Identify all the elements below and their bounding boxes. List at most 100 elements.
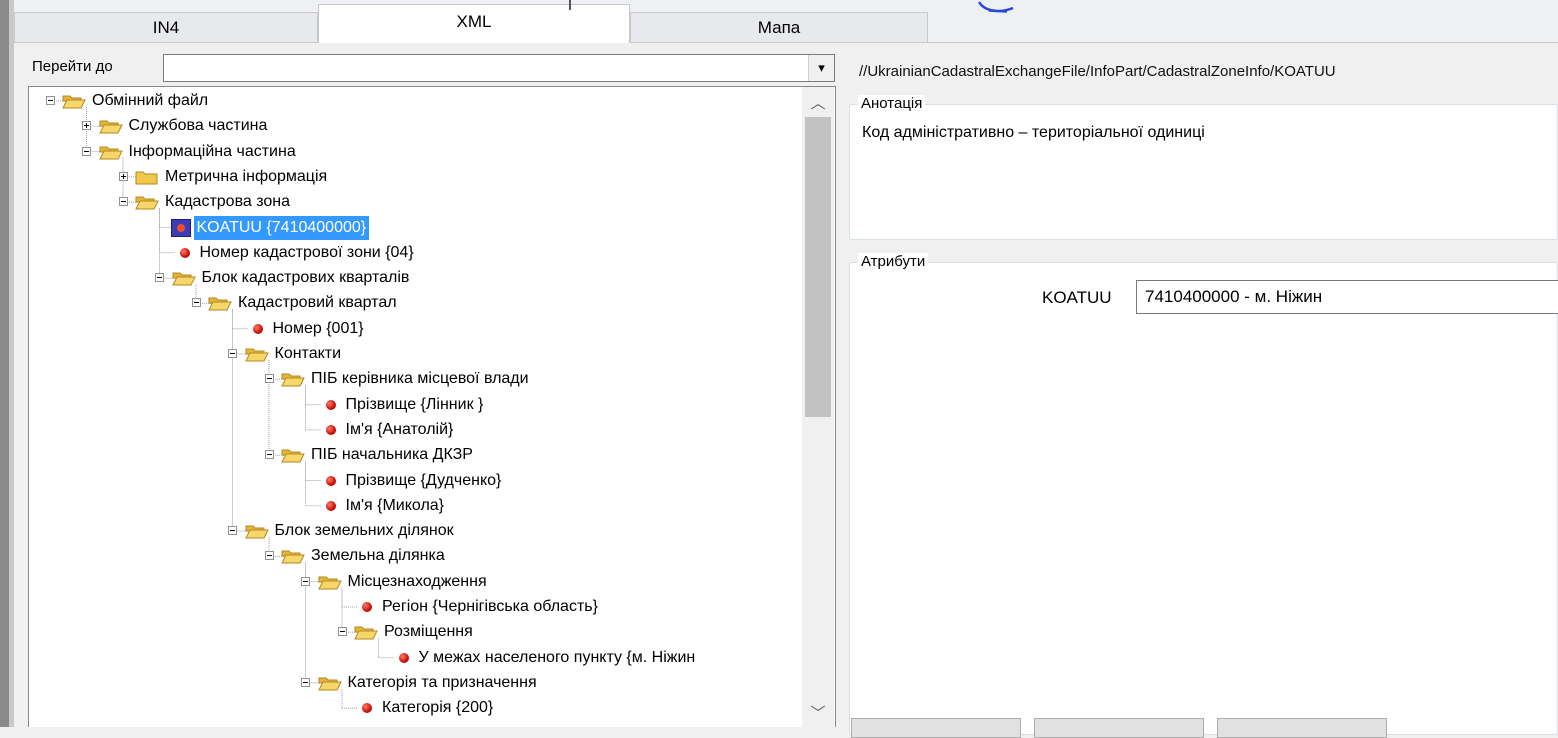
attribute-icon — [398, 652, 409, 663]
folder-open-icon — [244, 348, 269, 362]
collapse-icon[interactable] — [45, 96, 55, 105]
tree-item[interactable]: Номер кадастрової зони {04} — [29, 241, 417, 265]
tree-item-label: Кадастровий квартал — [238, 294, 397, 312]
bottom-button-2[interactable] — [1034, 718, 1204, 738]
expand-icon[interactable] — [118, 171, 128, 181]
tree-scrollbar[interactable]: ︿ ﹀ — [802, 87, 834, 727]
tree-item[interactable]: Категорія {200} — [29, 696, 496, 720]
collapse-icon[interactable] — [118, 197, 128, 207]
tree-item-label: ПІБ керівника місцевої влади — [311, 370, 529, 388]
attributes-title: Атрибути — [858, 253, 929, 270]
tree-item[interactable]: Номер {001} — [29, 317, 367, 341]
tree-item-label: Блок земельних ділянок — [274, 522, 454, 540]
collapse-icon[interactable] — [82, 146, 91, 156]
tree-item[interactable]: Контакти — [29, 342, 344, 366]
folder-open-icon — [98, 120, 123, 134]
tree-item[interactable]: Метрична інформація — [29, 165, 330, 189]
folder-open-icon — [171, 272, 196, 286]
tree-item-label: Номер кадастрової зони {04} — [199, 243, 414, 261]
tree-item-label: Ім'я {Анатолій} — [345, 420, 454, 438]
tree-item[interactable]: Місцезнаходження — [29, 570, 490, 594]
tree-item[interactable]: Службова частина — [29, 114, 270, 138]
tree-item[interactable]: Прізвище {Дудченко} — [29, 469, 504, 493]
tree-item[interactable]: Інформаційна частина — [29, 140, 299, 164]
collapse-icon[interactable] — [228, 349, 237, 358]
attribute-icon — [252, 323, 263, 334]
tree-item[interactable]: ПІБ керівника місцевої влади — [29, 367, 532, 391]
tree-item[interactable]: Кадастровий квартал — [29, 291, 400, 315]
goto-label: Перейти до — [32, 58, 113, 75]
attribute-icon — [362, 703, 372, 714]
bottom-button-1[interactable] — [851, 718, 1021, 738]
chevron-down-icon[interactable]: ▾ — [808, 55, 834, 81]
collapse-icon[interactable] — [337, 627, 347, 637]
attribute-icon — [325, 475, 336, 486]
collapse-icon[interactable] — [264, 374, 274, 384]
collapse-icon[interactable] — [191, 298, 201, 308]
selected-attribute-icon — [170, 218, 191, 237]
scroll-up-icon[interactable]: ︿ — [802, 87, 834, 117]
bottom-button-3[interactable] — [1217, 718, 1387, 738]
folder-open-icon — [244, 525, 269, 539]
collapse-icon[interactable] — [228, 526, 237, 536]
annotation-title: Анотація — [858, 95, 926, 112]
collapse-icon[interactable] — [264, 450, 274, 460]
tree-item[interactable]: Розміщення — [29, 620, 476, 644]
collapse-icon[interactable] — [301, 576, 310, 586]
tree-item[interactable]: Обмінний файл — [29, 89, 211, 113]
expand-icon[interactable] — [82, 121, 91, 131]
koatuu-label: KOATUU — [1042, 288, 1112, 307]
attribute-icon — [325, 500, 336, 511]
tree-item[interactable]: Регіон {Чернігівська область} — [29, 595, 601, 619]
tab-in4[interactable]: IN4 — [14, 12, 318, 42]
tree-item[interactable]: Блок кадастрових кварталів — [29, 266, 412, 290]
tree-item-label: Службова частина — [128, 117, 268, 135]
window-edge-inner — [9, 0, 14, 727]
tree-item[interactable]: KOATUU {7410400000} — [29, 215, 370, 240]
tree-item[interactable]: ПІБ начальника ДКЗР — [29, 443, 476, 467]
koatuu-field[interactable]: 7410400000 - м. Ніжин — [1136, 280, 1558, 314]
tree-item[interactable]: Ім'я {Микола} — [29, 494, 447, 518]
top-divider — [569, 0, 571, 10]
folder-open-icon — [317, 576, 342, 590]
tab-xml[interactable]: XML — [318, 4, 630, 43]
folder-open-icon — [281, 373, 305, 387]
tree-item-label: Номер {001} — [272, 319, 364, 337]
collapse-icon[interactable] — [264, 551, 274, 561]
goto-combobox[interactable]: ▾ — [163, 54, 835, 82]
tree-item[interactable]: Кадастрова зона — [29, 190, 293, 214]
scroll-thumb[interactable] — [805, 117, 831, 417]
xml-tree[interactable]: Обмінний файл Службова частина Інформаційн… — [28, 86, 836, 727]
tree-item-label: Блок кадастрових кварталів — [201, 269, 410, 287]
tree-item-label: Місцезнаходження — [347, 572, 487, 590]
tree-item-label: Земельна ділянка — [311, 547, 445, 565]
tree-item-label: ПІБ начальника ДКЗР — [311, 446, 473, 464]
scroll-down-icon[interactable]: ﹀ — [802, 697, 834, 727]
folder-open-icon — [135, 196, 159, 210]
tree-item[interactable]: Земельна ділянка — [29, 544, 448, 568]
tree-item-label: Контакти — [274, 345, 342, 362]
tree-item[interactable]: Блок земельних ділянок — [29, 519, 457, 543]
attribute-icon — [325, 399, 336, 410]
collapse-icon[interactable] — [155, 273, 164, 283]
folder-open-icon — [62, 95, 86, 109]
folder-open-icon — [98, 146, 123, 160]
tree-item-label: Інформаційна частина — [128, 142, 296, 160]
collapse-icon[interactable] — [301, 677, 310, 687]
tree-item[interactable]: Категорія та призначення — [29, 671, 540, 695]
attribute-icon — [179, 247, 190, 258]
tree-item[interactable]: Ім'я {Анатолій} — [29, 418, 456, 442]
tree-item-label: Прізвище {Лінник } — [345, 395, 484, 413]
decorative-mark-icon — [977, 1, 1014, 13]
folder-open-icon — [354, 626, 378, 640]
tree-item[interactable]: У межах населеного пункту {м. Ніжин — [29, 646, 698, 670]
folder-open-icon — [208, 297, 232, 311]
folder-open-icon — [317, 677, 342, 691]
tree-item-label: Кадастрова зона — [165, 193, 291, 211]
tab-mapa[interactable]: Мапа — [630, 12, 928, 42]
attribute-icon — [362, 602, 372, 612]
tree-item-label: Ім'я {Микола} — [345, 496, 445, 514]
tree-item[interactable]: Прізвище {Лінник } — [29, 393, 486, 417]
annotation-text: Код адміністративно – територіальної оди… — [862, 124, 1205, 141]
folder-open-icon — [281, 449, 305, 463]
